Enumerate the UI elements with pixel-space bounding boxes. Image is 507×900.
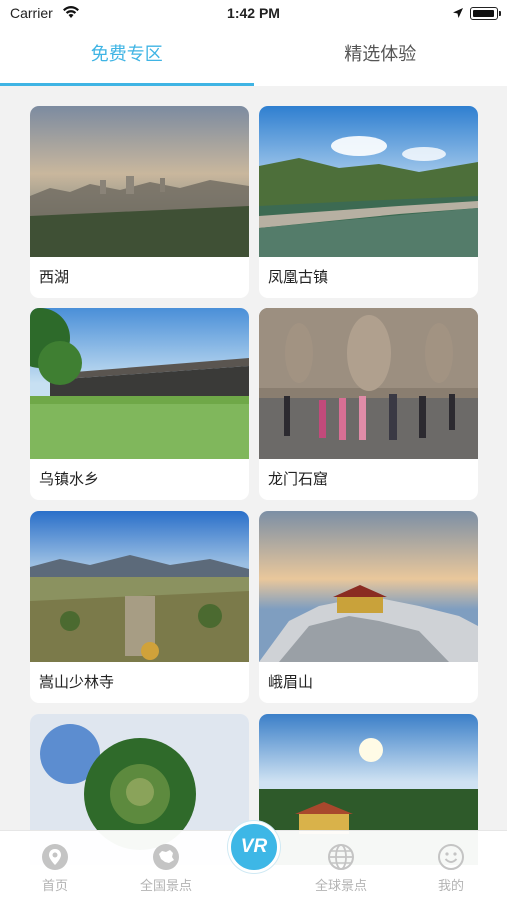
- status-bar: Carrier 1:42 PM: [0, 0, 507, 28]
- spot-photo: [259, 308, 478, 459]
- spot-card[interactable]: 嵩山少林寺: [30, 511, 249, 703]
- spot-name: 凤凰古镇: [268, 268, 329, 286]
- smiley-icon: [438, 844, 464, 870]
- spot-photo: [259, 511, 478, 662]
- nav-label: 我的: [437, 879, 464, 894]
- spot-card[interactable]: 乌镇水乡: [30, 308, 249, 500]
- spot-name: 龙门石窟: [268, 470, 329, 488]
- spot-card[interactable]: 西湖: [30, 106, 249, 298]
- spot-card[interactable]: 峨眉山: [259, 511, 478, 703]
- category-tabs: 免费专区 精选体验: [0, 28, 507, 86]
- nav-china-spots[interactable]: 全国景点: [116, 843, 216, 894]
- spot-card[interactable]: 凤凰古镇: [259, 106, 478, 298]
- spot-name: 嵩山少林寺: [39, 673, 115, 691]
- tab-free-zone[interactable]: 免费专区: [0, 28, 254, 86]
- china-map-icon: [153, 844, 179, 870]
- spot-name: 峨眉山: [268, 673, 314, 691]
- nav-home[interactable]: 首页: [5, 843, 105, 894]
- nav-label: 全国景点: [139, 879, 192, 894]
- location-arrow-icon: [453, 8, 463, 18]
- spot-photo: [30, 106, 249, 257]
- nav-label: 全球景点: [314, 879, 367, 894]
- vr-button[interactable]: VR: [228, 821, 280, 873]
- bottom-tab-bar: 首页 全国景点 VR 全球景点 我的: [0, 821, 507, 900]
- spot-photo: [30, 511, 249, 662]
- nav-label: 首页: [41, 879, 68, 894]
- spot-name: 乌镇水乡: [39, 470, 100, 488]
- nav-profile[interactable]: 我的: [401, 843, 501, 894]
- location-pin-icon: [42, 844, 68, 870]
- globe-icon: [328, 844, 354, 870]
- spot-photo: [259, 106, 478, 257]
- nav-global-spots[interactable]: 全球景点: [291, 843, 391, 894]
- spot-photo: [30, 308, 249, 459]
- spot-name: 西湖: [39, 268, 70, 286]
- battery-icon: [470, 7, 501, 20]
- clock: 1:42 PM: [227, 5, 280, 21]
- tab-featured-experience[interactable]: 精选体验: [254, 28, 507, 86]
- spot-card[interactable]: 龙门石窟: [259, 308, 478, 500]
